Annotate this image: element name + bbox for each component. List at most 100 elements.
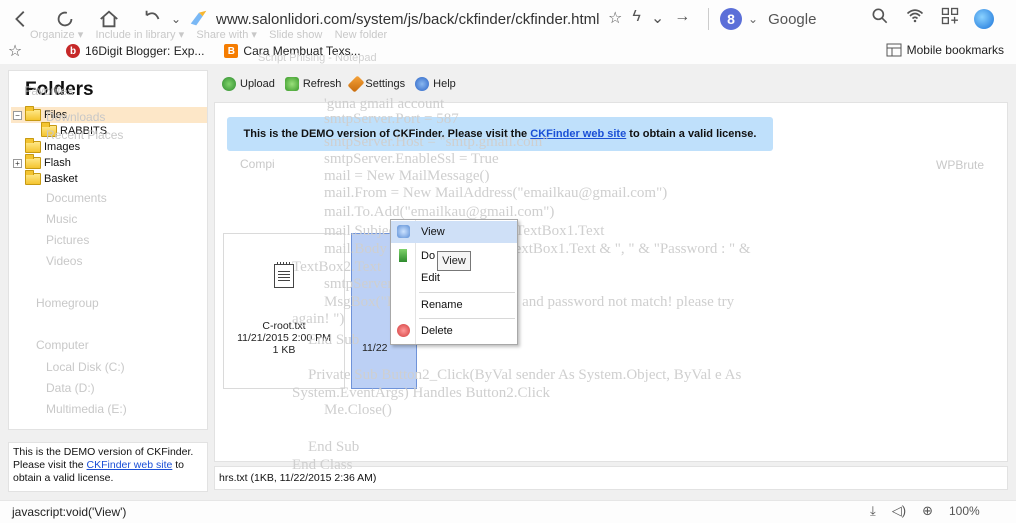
chevron-down-icon: ⌄ (170, 12, 182, 26)
menu-item-view[interactable]: View (391, 221, 517, 243)
folder-icon (25, 170, 41, 185)
tree-item-rabbits[interactable]: RABBITS (11, 122, 207, 139)
speaker-icon[interactable]: ◁) (892, 503, 906, 519)
file-tile[interactable]: C-root.txt 11/21/2015 2:00 PM 1 KB (223, 233, 345, 389)
demo-license-note: This is the DEMO version of CKFinder. Pl… (8, 442, 208, 492)
toolbar-right-icons (870, 6, 994, 31)
history-dropdown[interactable]: ⌄ (168, 4, 184, 34)
reload-icon (57, 11, 73, 27)
search-engine-icon: 8 (720, 8, 742, 30)
folders-panel: Folders − Files RABBITS Images + Flash B… (8, 70, 208, 430)
tree-item-label: Flash (44, 157, 71, 169)
browser-status-bar: javascript:void('View') ⤓ ◁) ⊕ 100% (0, 500, 1016, 523)
folder-icon (25, 106, 41, 121)
ckfinder-site-link[interactable]: CKFinder web site (530, 128, 626, 140)
browser-menu-icon[interactable] (974, 8, 994, 29)
collapse-toggle-icon[interactable]: − (13, 110, 22, 120)
upload-button[interactable]: Upload (222, 77, 275, 91)
zoom-icon[interactable]: ⊕ (922, 503, 933, 519)
folder-icon (25, 138, 41, 153)
search-engine-label: Google (768, 10, 817, 28)
upload-icon (222, 77, 236, 91)
menu-item-rename[interactable]: Rename (391, 294, 517, 316)
go-arrow-icon[interactable]: → (674, 8, 690, 28)
menu-item-delete[interactable]: Delete (391, 320, 517, 342)
file-toolbar: Upload Refresh Settings Help (214, 70, 1008, 98)
mobile-bookmarks-button[interactable]: Mobile bookmarks (886, 43, 1004, 57)
refresh-button[interactable]: Refresh (284, 77, 341, 91)
search-engine-selector[interactable]: 8 ⌄ Google (720, 8, 816, 30)
mobile-bookmarks-icon (886, 43, 902, 57)
delete-icon (397, 324, 410, 337)
tree-item-flash[interactable]: + Flash (11, 154, 207, 171)
address-bar[interactable]: www.salonlidori.com/system/js/back/ckfin… (216, 11, 599, 28)
back-button[interactable] (6, 4, 36, 34)
help-button[interactable]: Help (415, 77, 456, 91)
address-actions: ☆ ϟ ⌄ → (608, 8, 690, 28)
download-icon (399, 249, 407, 262)
site-icon (190, 10, 207, 26)
tree-item-label: Files (44, 109, 68, 121)
file-size: 1 KB (272, 344, 296, 356)
apps-grid-icon[interactable] (940, 6, 960, 31)
help-icon (415, 77, 430, 91)
tree-item-label: RABBITS (60, 125, 108, 137)
bookmark-item[interactable]: B Cara Membuat Texs... (224, 44, 361, 58)
file-status-bar: hrs.txt (1KB, 11/22/2015 2:36 AM) (214, 466, 1008, 490)
undo-close-button[interactable] (138, 4, 168, 34)
lightning-icon[interactable]: ϟ (632, 8, 640, 28)
download-icon[interactable]: ⤓ (870, 503, 876, 519)
blogger-favicon-icon: B (224, 44, 239, 58)
demo-banner: This is the DEMO version of CKFinder. Pl… (227, 117, 773, 151)
bookmark-item[interactable]: b 16Digit Blogger: Exp... (66, 44, 204, 58)
ckfinder-site-link[interactable]: CKFinder web site (87, 459, 173, 471)
bookmarks-bar: ☆ b 16Digit Blogger: Exp... B Cara Membu… (0, 38, 1016, 64)
files-panel: This is the DEMO version of CKFinder. Pl… (214, 102, 1008, 462)
settings-button[interactable]: Settings (347, 75, 405, 93)
text-file-icon (274, 262, 294, 288)
tree-item-images[interactable]: Images (11, 138, 207, 155)
wifi-icon[interactable] (904, 6, 926, 31)
star-icon[interactable]: ☆ (608, 8, 622, 28)
tree-item-basket[interactable]: Basket (11, 170, 207, 187)
back-arrow-icon (15, 11, 25, 27)
status-right: ⤓ ◁) ⊕ 100% (870, 503, 980, 519)
note-line: This is the DEMO version of CKFinder. (13, 446, 194, 458)
note-line: obtain a valid license. (13, 472, 114, 484)
bookmark-label: 16Digit Blogger: Exp... (85, 44, 205, 58)
reload-button[interactable] (50, 4, 80, 34)
expand-toggle-icon[interactable]: + (13, 158, 22, 168)
folder-icon (25, 154, 41, 169)
menu-separator (419, 292, 515, 293)
chevron-down-icon[interactable]: ⌄ (651, 8, 664, 28)
tree-item-label: Images (44, 141, 81, 153)
file-date: 11/22 (362, 342, 388, 354)
tree-item-files[interactable]: − Files (11, 106, 207, 123)
folder-tree: − Files RABBITS Images + Flash Basket (11, 106, 207, 187)
folders-title: Folders (25, 79, 94, 100)
blogger-favicon-icon: b (66, 44, 80, 58)
view-icon (397, 225, 410, 238)
mobile-bookmarks-label: Mobile bookmarks (906, 43, 1004, 57)
bookmark-star-icon[interactable]: ☆ (0, 41, 30, 61)
file-context-menu: View Do Edit Rename Delete (390, 219, 518, 345)
bookmark-label: Cara Membuat Texs... (243, 44, 361, 58)
file-name: C-root.txt (262, 320, 306, 332)
note-line: Please visit the CKFinder web site to (13, 459, 185, 471)
zoom-level[interactable]: 100% (949, 504, 980, 518)
home-button[interactable] (94, 4, 124, 34)
undo-icon (145, 10, 160, 20)
wrench-icon (347, 75, 365, 93)
tooltip: View (437, 251, 471, 271)
browser-toolbar: ⌄ www.salonlidori.com/system/js/back/ckf… (0, 0, 1016, 38)
file-date: 11/21/2015 2:00 PM (237, 332, 331, 344)
tree-item-label: Basket (44, 173, 78, 185)
home-icon (100, 10, 118, 28)
status-url: javascript:void('View') (12, 505, 127, 519)
search-icon[interactable] (870, 6, 890, 31)
toolbar-divider (708, 8, 709, 30)
folder-icon (41, 122, 57, 137)
chevron-down-icon: ⌄ (748, 12, 759, 26)
menu-separator (419, 318, 515, 319)
refresh-icon (284, 77, 299, 91)
